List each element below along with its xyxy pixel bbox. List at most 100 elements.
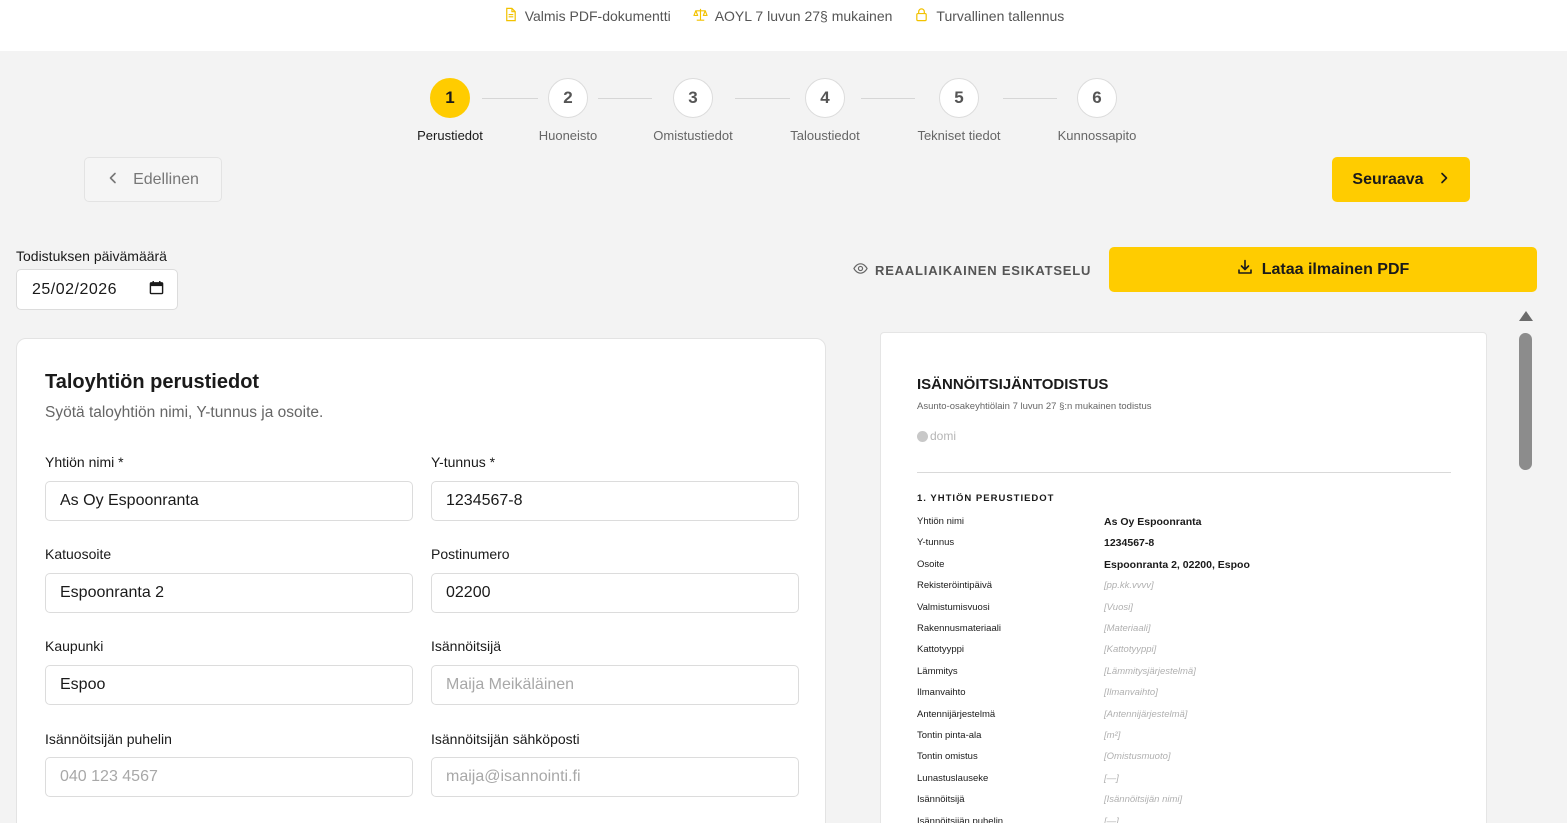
calendar-icon[interactable] [149,280,164,300]
badge-law: AOYL 7 luvun 27§ mukainen [693,7,893,25]
row-key: Valmistumisvuosi [917,601,990,613]
document-subtitle: Asunto-osakeyhtiölain 7 luvun 27 §:n muk… [917,401,1152,412]
manager-email-input[interactable] [431,757,799,797]
step-kunnossapito[interactable]: 6 Kunnossapito [1037,78,1157,143]
step-label: Omistustiedot [653,128,733,143]
step-number: 5 [939,78,979,118]
step-label: Kunnossapito [1057,128,1137,143]
postal-code-input[interactable] [431,573,799,613]
step-number: 1 [430,78,470,118]
date-label: Todistuksen päivämäärä [16,248,167,264]
business-id-label: Y-tunnus * [431,454,496,470]
logo: domi [917,429,956,443]
manager-email-label: Isännöitsijän sähköposti [431,731,580,747]
chevron-left-icon [107,171,119,189]
next-button-label: Seuraava [1352,170,1424,188]
scroll-up-arrow-icon[interactable] [1519,311,1533,321]
row-value: 1234567-8 [1104,537,1155,550]
step-taloustiedot[interactable]: 4 Taloustiedot [765,78,885,143]
row-value: [Kattotyyppi] [1104,644,1157,656]
logo-text: domi [930,429,957,443]
company-info-form: Taloyhtiön perustiedot Syötä taloyhtiön … [16,338,826,823]
download-pdf-label: Lataa ilmainen PDF [1261,260,1410,278]
scroll-thumb[interactable] [1519,333,1532,470]
manager-input[interactable] [431,665,799,705]
preview-scrollbar[interactable] [1514,305,1538,823]
logo-dot-icon [917,430,928,442]
manager-phone-input[interactable] [45,757,413,797]
manager-label: Isännöitsijä [431,638,502,654]
live-preview-label: REAALIAIKAINEN ESIKATSELU [853,261,1091,279]
form-subtitle: Syötä taloyhtiön nimi, Y-tunnus ja osoit… [45,404,324,421]
row-value: Espoonranta 2, 02200, Espoo [1104,558,1250,571]
download-icon [1237,259,1253,280]
row-value: [Ilmanvaihto] [1104,687,1158,699]
badge-label: Turvallinen tallennus [936,8,1065,24]
step-omistustiedot[interactable]: 3 Omistustiedot [633,78,753,143]
row-key: Y-tunnus [917,537,955,549]
section-title: 1. YHTIÖN PERUSTIEDOT [917,493,1055,504]
row-value: [Omistusmuoto] [1104,751,1171,763]
document-preview-panel[interactable]: ISÄNNÖITSIJÄNTODISTUS Asunto-osakeyhtiöl… [852,305,1538,823]
eye-icon [853,261,868,279]
city-label: Kaupunki [45,638,104,654]
row-value: [m²] [1104,730,1121,741]
row-key: Yhtiön nimi [917,516,964,527]
download-pdf-button[interactable]: Lataa ilmainen PDF [1109,247,1537,292]
scales-icon [693,7,708,25]
street-address-input[interactable] [45,573,413,613]
row-key: Tontin omistus [917,751,978,763]
step-label: Perustiedot [417,128,483,143]
row-value: [pp.kk.vvvv] [1104,580,1154,592]
live-preview-text: REAALIAIKAINEN ESIKATSELU [875,262,1092,278]
top-bar: Valmis PDF-dokumentti AOYL 7 luvun 27§ m… [0,0,1567,51]
step-label: Taloustiedot [790,128,860,143]
step-number: 3 [673,78,713,118]
city-input[interactable] [45,665,413,705]
step-label: Tekniset tiedot [917,128,1001,143]
row-key: Kattotyyppi [917,644,964,656]
step-number: 6 [1077,78,1117,118]
business-id-input[interactable] [431,481,799,521]
row-value: [Materiaali] [1104,623,1151,634]
badge-label: Valmis PDF-dokumentti [524,8,671,24]
row-value: [—] [1104,815,1119,823]
next-button[interactable]: Seuraava [1332,157,1470,202]
row-key: Isännöitsijän puhelin [917,815,1004,823]
divider [917,472,1451,473]
postal-code-label: Postinumero [431,546,510,562]
row-value: [Lämmitysjärjestelmä] [1104,665,1196,677]
company-name-input[interactable] [45,481,413,521]
step-number: 4 [805,78,845,118]
previous-button-label: Edellinen [133,170,199,188]
row-value: [Isännöitsijän nimi] [1104,794,1183,806]
row-key: Rekisteröintipäivä [917,580,992,592]
step-perustiedot[interactable]: 1 Perustiedot [390,78,510,143]
row-value: [—] [1104,772,1119,784]
row-value: [Antennijärjestelmä] [1104,708,1188,720]
manager-phone-label: Isännöitsijän puhelin [45,731,172,747]
row-value: As Oy Espoonranta [1104,516,1202,528]
step-huoneisto[interactable]: 2 Huoneisto [508,78,628,143]
lock-icon [914,7,929,25]
badge-label: AOYL 7 luvun 27§ mukainen [714,8,893,24]
date-input[interactable]: 25/02/2026 [16,269,178,310]
certificate-preview: ISÄNNÖITSIJÄNTODISTUS Asunto-osakeyhtiöl… [880,332,1487,823]
row-value: [Vuosi] [1104,601,1133,613]
row-key: Rakennusmateriaali [917,623,1001,634]
row-key: Lämmitys [917,665,958,677]
row-key: Osoite [917,558,945,570]
previous-button[interactable]: Edellinen [84,157,222,202]
step-tekniset-tiedot[interactable]: 5 Tekniset tiedot [899,78,1019,143]
row-key: Isännöitsijä [917,794,965,806]
progress-stepper: 1 Perustiedot 2 Huoneisto 3 Omistustiedo… [0,78,1567,148]
feature-badges: Valmis PDF-dokumentti AOYL 7 luvun 27§ m… [0,7,1567,25]
row-key: Ilmanvaihto [917,687,966,699]
row-key: Antennijärjestelmä [917,708,996,720]
badge-secure: Turvallinen tallennus [914,7,1064,25]
step-label: Huoneisto [538,128,598,143]
company-name-label: Yhtiön nimi * [45,454,124,470]
row-key: Lunastuslauseke [917,772,989,784]
street-address-label: Katuosoite [45,546,112,562]
form-title: Taloyhtiön perustiedot [45,371,260,393]
